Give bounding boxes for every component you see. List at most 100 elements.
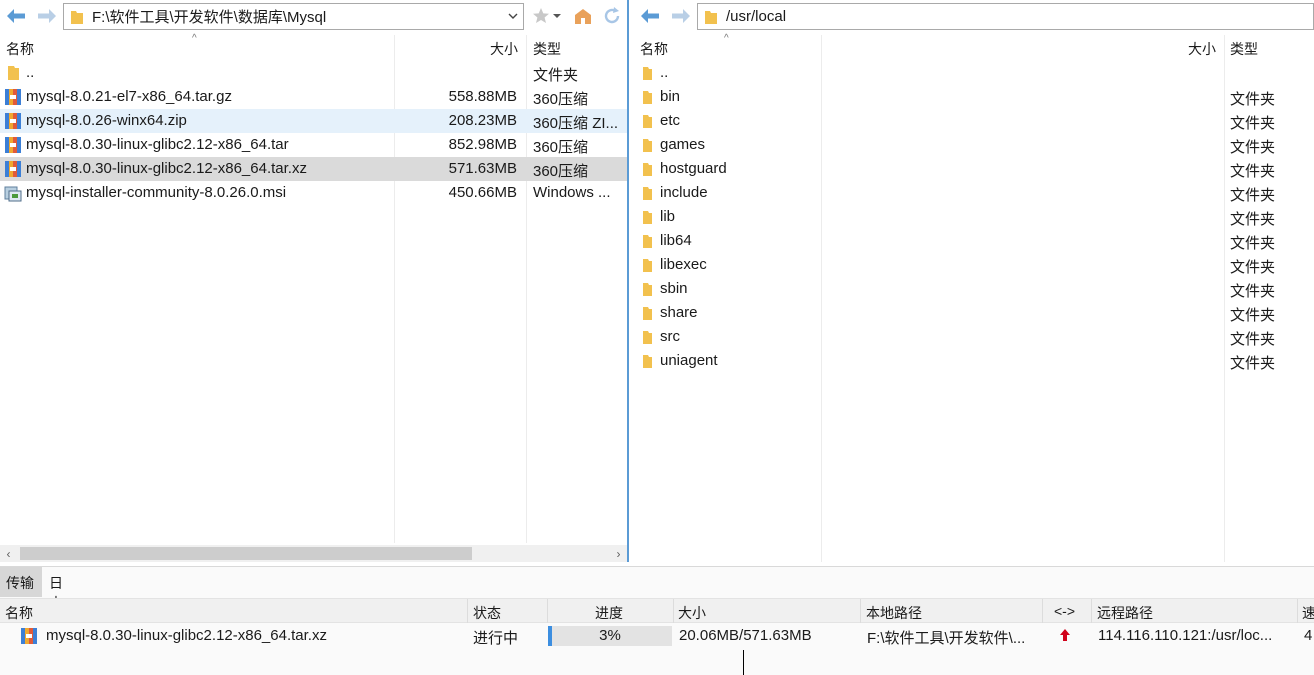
local-file-pane[interactable]: F:\软件工具\开发软件\数据库\Mysql 名称 ^ 大小 类型 .. 文件夹 [0,0,629,562]
header-size[interactable]: 大小 [490,39,518,59]
column-divider [673,599,674,623]
header-progress[interactable]: 进度 [595,603,623,623]
transfer-local-path: F:\软件工具\开发软件\... [867,630,1026,647]
header-type[interactable]: 类型 [1230,39,1258,59]
remote-file-pane[interactable]: /usr/local 名称 ^ 大小 类型 .. bin 文件夹 etc 文件夹… [634,0,1314,562]
column-divider [467,599,468,623]
folder-icon [643,67,652,80]
transfer-speed: 4 [1304,627,1313,644]
file-row[interactable]: mysql-8.0.26-winx64.zip 208.23MB 360压缩 Z… [0,109,627,133]
sort-ascending-icon: ^ [724,33,729,44]
tab-transfer[interactable]: 传输 [0,567,42,597]
back-arrow-icon[interactable] [639,5,661,27]
folder-icon [71,10,83,24]
header-speed[interactable]: 速 [1302,603,1314,623]
transfer-row[interactable]: mysql-8.0.30-linux-glibc2.12-x86_64.tar.… [0,624,1314,648]
header-name[interactable]: 名称 [5,603,33,623]
folder-icon [643,307,652,320]
local-path-text: F:\软件工具\开发软件\数据库\Mysql [92,9,327,26]
folder-row[interactable]: lib64 文件夹 [634,229,1314,253]
scroll-left-icon[interactable]: ‹ [0,545,17,562]
folder-icon [643,331,652,344]
transfer-remote-path: 114.116.110.121:/usr/loc... [1098,627,1273,644]
header-type[interactable]: 类型 [533,39,561,59]
file-row[interactable]: mysql-installer-community-8.0.26.0.msi 4… [0,181,627,205]
transfer-status: 进行中 [473,630,519,647]
folder-row[interactable]: src 文件夹 [634,325,1314,349]
transfer-file-name: mysql-8.0.30-linux-glibc2.12-x86_64.tar.… [46,627,327,644]
header-direction[interactable]: <-> [1054,603,1075,619]
file-row[interactable]: mysql-8.0.21-el7-x86_64.tar.gz 558.88MB … [0,85,627,109]
folder-icon [643,115,652,128]
header-size[interactable]: 大小 [1188,39,1216,59]
folder-icon [8,66,19,80]
remote-file-list: .. bin 文件夹 etc 文件夹 games 文件夹 hostguard 文… [634,61,1314,373]
folder-row[interactable]: libexec 文件夹 [634,253,1314,277]
local-file-list: .. 文件夹 mysql-8.0.21-el7-x86_64.tar.gz 55… [0,61,627,205]
archive-icon [5,137,21,153]
header-name[interactable]: 名称 [6,39,34,59]
header-local-path[interactable]: 本地路径 [866,603,922,623]
transfer-progress-bar: 3% [548,626,672,646]
folder-row-parent[interactable]: .. [634,61,1314,85]
folder-row[interactable]: hostguard 文件夹 [634,157,1314,181]
local-list-header: 名称 ^ 大小 类型 [0,33,627,59]
file-row[interactable]: mysql-8.0.30-linux-glibc2.12-x86_64.tar.… [0,157,627,181]
header-status[interactable]: 状态 [473,603,501,623]
header-name[interactable]: 名称 [640,39,668,59]
local-toolbar: F:\软件工具\开发软件\数据库\Mysql [0,0,627,33]
tab-log[interactable]: 日志 [43,567,69,611]
forward-arrow-icon[interactable] [36,5,58,27]
folder-row[interactable]: share 文件夹 [634,301,1314,325]
folder-row[interactable]: lib 文件夹 [634,205,1314,229]
archive-icon [5,113,21,129]
folder-icon [643,235,652,248]
column-divider [1091,599,1092,623]
home-icon[interactable] [572,5,594,27]
folder-icon [643,91,652,104]
scroll-right-icon[interactable]: › [610,545,627,562]
bookmark-dropdown-icon[interactable] [550,5,564,27]
bookmark-star-icon[interactable] [530,5,552,27]
folder-row[interactable]: include 文件夹 [634,181,1314,205]
refresh-icon[interactable] [601,5,623,27]
forward-arrow-icon[interactable] [670,5,692,27]
archive-icon [21,628,37,644]
header-size[interactable]: 大小 [678,603,706,623]
local-path-input[interactable]: F:\软件工具\开发软件\数据库\Mysql [63,3,524,30]
column-divider [547,599,548,623]
folder-icon [643,283,652,296]
archive-icon [5,161,21,177]
scrollbar-thumb[interactable] [20,547,472,560]
folder-row[interactable]: bin 文件夹 [634,85,1314,109]
folder-icon [643,187,652,200]
folder-row[interactable]: uniagent 文件夹 [634,349,1314,373]
local-horizontal-scrollbar[interactable]: ‹ › [0,545,627,562]
remote-path-text: /usr/local [726,8,787,25]
folder-row[interactable]: etc 文件夹 [634,109,1314,133]
transfer-panel: 传输 日志 名称 状态 进度 大小 本地路径 <-> 远程路径 速 mysql-… [0,566,1314,675]
column-divider [1042,599,1043,623]
text-cursor [743,650,744,675]
folder-icon [643,211,652,224]
installer-icon [4,186,22,202]
sort-ascending-icon: ^ [192,33,197,44]
folder-icon [643,355,652,368]
file-row[interactable]: mysql-8.0.30-linux-glibc2.12-x86_64.tar … [0,133,627,157]
column-divider [860,599,861,623]
back-arrow-icon[interactable] [5,5,27,27]
file-row-parent[interactable]: .. 文件夹 [0,61,627,85]
transfer-list-header: 名称 状态 进度 大小 本地路径 <-> 远程路径 速 [0,598,1314,623]
folder-icon [643,139,652,152]
chevron-down-icon[interactable] [507,9,519,23]
remote-list-header: 名称 ^ 大小 类型 [634,33,1314,59]
folder-row[interactable]: sbin 文件夹 [634,277,1314,301]
folder-icon [643,163,652,176]
header-remote-path[interactable]: 远程路径 [1097,603,1153,623]
remote-path-input[interactable]: /usr/local [697,3,1314,30]
upload-arrow-icon [1060,629,1070,641]
remote-toolbar: /usr/local [634,0,1314,33]
folder-row[interactable]: games 文件夹 [634,133,1314,157]
folder-icon [643,259,652,272]
progress-text: 3% [599,627,621,644]
